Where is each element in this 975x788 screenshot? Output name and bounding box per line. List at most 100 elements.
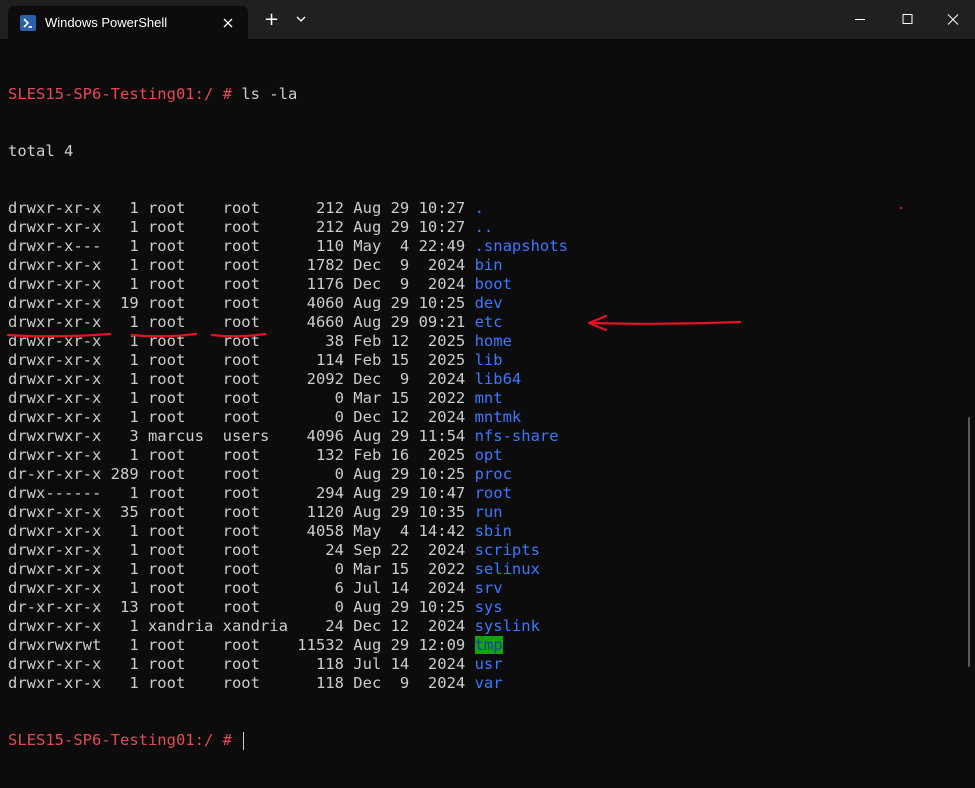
listing-row: drwxr-xr-x 1 root root 114 Feb 15 2025 l… [8, 351, 568, 370]
entry-metadata: drwxr-xr-x 1 root root 1176 Dec 9 2024 [8, 275, 475, 293]
scrollbar[interactable] [968, 417, 970, 667]
listing-row: dr-xr-xr-x 289 root root 0 Aug 29 10:25 … [8, 465, 568, 484]
entry-name: usr [474, 655, 503, 673]
listing-row: drwxr-xr-x 1 root root 6 Jul 14 2024 srv [8, 579, 568, 598]
minimize-button[interactable] [837, 0, 883, 39]
listing-row: drwxrwxrwt 1 root root 11532 Aug 29 12:0… [8, 636, 568, 655]
listing-row: drwxr-xr-x 1 root root 1782 Dec 9 2024 b… [8, 256, 568, 275]
entry-name: mntmk [474, 408, 522, 426]
entry-metadata: drwxr-xr-x 1 root root 0 Mar 15 2022 [8, 560, 475, 578]
plus-icon: + [264, 9, 280, 30]
listing-row: drwxr-xr-x 1 root root 0 Dec 12 2024 mnt… [8, 408, 568, 427]
entry-metadata: drwxrwxr-x 3 marcus users 4096 Aug 29 11… [8, 427, 475, 445]
listing-row: drwxr-xr-x 1 root root 0 Mar 15 2022 mnt [8, 389, 568, 408]
entry-name: bin [474, 256, 503, 274]
tab-powershell[interactable]: Windows PowerShell [8, 6, 248, 39]
entry-metadata: drwxr-xr-x 19 root root 4060 Aug 29 10:2… [8, 294, 475, 312]
entry-name: syslink [474, 617, 540, 635]
entry-name: home [474, 332, 512, 350]
entry-metadata: dr-xr-xr-x 289 root root 0 Aug 29 10:25 [8, 465, 475, 483]
entry-metadata: drwxr-x--- 1 root root 110 May 4 22:49 [8, 237, 475, 255]
listing-row: drwxr-xr-x 1 root root 4058 May 4 14:42 … [8, 522, 568, 541]
entry-name: selinux [474, 560, 540, 578]
close-tab-icon[interactable] [220, 15, 236, 31]
entry-metadata: drwxr-xr-x 1 root root 1782 Dec 9 2024 [8, 256, 475, 274]
maximize-button[interactable] [884, 0, 930, 39]
entry-name: lib64 [474, 370, 522, 388]
entry-metadata: drwxr-xr-x 1 xandria xandria 24 Dec 12 2… [8, 617, 475, 635]
terminal-pane[interactable]: SLES15-SP6-Testing01:/ # ls -la total 4 … [0, 39, 975, 750]
entry-name: . [474, 199, 484, 217]
total-line: total 4 [8, 142, 74, 160]
listing-row: drwxr-x--- 1 root root 110 May 4 22:49 .… [8, 237, 568, 256]
entry-name: nfs-share [474, 427, 559, 445]
entry-metadata: drwxr-xr-x 35 root root 1120 Aug 29 10:3… [8, 503, 475, 521]
entry-name: opt [474, 446, 503, 464]
entry-name: srv [474, 579, 503, 597]
title-bar: Windows PowerShell + [0, 0, 975, 39]
text-cursor [243, 731, 245, 750]
listing-row: drwxr-xr-x 1 root root 212 Aug 29 10:27 … [8, 199, 568, 218]
entry-metadata: dr-xr-xr-x 13 root root 0 Aug 29 10:25 [8, 598, 475, 616]
entry-metadata: drwxr-xr-x 1 root root 212 Aug 29 10:27 [8, 199, 475, 217]
terminal-output: SLES15-SP6-Testing01:/ # ls -la total 4 … [8, 47, 568, 788]
entry-metadata: drwxr-xr-x 1 root root 0 Dec 12 2024 [8, 408, 475, 426]
listing-row: drwxr-xr-x 1 root root 118 Jul 14 2024 u… [8, 655, 568, 674]
listing-row: drwxr-xr-x 1 root root 4660 Aug 29 09:21… [8, 313, 568, 332]
entry-name: run [474, 503, 503, 521]
listing-row: drwxr-xr-x 1 root root 1176 Dec 9 2024 b… [8, 275, 568, 294]
listing-row: drwxr-xr-x 19 root root 4060 Aug 29 10:2… [8, 294, 568, 313]
listing-row: dr-xr-xr-x 13 root root 0 Aug 29 10:25 s… [8, 598, 568, 617]
entry-metadata: drwxrwxrwt 1 root root 11532 Aug 29 12:0… [8, 636, 475, 654]
entry-metadata: drwxr-xr-x 1 root root 6 Jul 14 2024 [8, 579, 475, 597]
entry-name: .. [474, 218, 494, 236]
entry-name: sbin [474, 522, 512, 540]
close-window-button[interactable] [930, 0, 975, 39]
entry-metadata: drwxr-xr-x 1 root root 4058 May 4 14:42 [8, 522, 475, 540]
entry-metadata: drwxr-xr-x 1 root root 212 Aug 29 10:27 [8, 218, 475, 236]
entry-name: tmp [474, 636, 503, 654]
powershell-icon [20, 15, 36, 31]
listing: drwxr-xr-x 1 root root 212 Aug 29 10:27 … [8, 199, 568, 693]
entry-metadata: drwxr-xr-x 1 root root 24 Sep 22 2024 [8, 541, 475, 559]
listing-row: drwxr-xr-x 1 root root 132 Feb 16 2025 o… [8, 446, 568, 465]
prompt: SLES15-SP6-Testing01:/ # [8, 85, 232, 103]
command-text: ls -la [241, 85, 298, 103]
listing-row: drwxr-xr-x 1 root root 118 Dec 9 2024 va… [8, 674, 568, 693]
entry-name: .snapshots [474, 237, 568, 255]
listing-row: drwxr-xr-x 1 root root 24 Sep 22 2024 sc… [8, 541, 568, 560]
entry-metadata: drwxr-xr-x 1 root root 2092 Dec 9 2024 [8, 370, 475, 388]
listing-row: drwxr-xr-x 35 root root 1120 Aug 29 10:3… [8, 503, 568, 522]
listing-row: drwxr-xr-x 1 root root 2092 Dec 9 2024 l… [8, 370, 568, 389]
entry-name: proc [474, 465, 512, 483]
entry-metadata: drwx------ 1 root root 294 Aug 29 10:47 [8, 484, 475, 502]
entry-metadata: drwxr-xr-x 1 root root 118 Jul 14 2024 [8, 655, 475, 673]
entry-metadata: drwxr-xr-x 1 root root 118 Dec 9 2024 [8, 674, 475, 692]
tab-dropdown-button[interactable] [290, 0, 312, 39]
listing-row: drwxrwxr-x 3 marcus users 4096 Aug 29 11… [8, 427, 568, 446]
entry-metadata: drwxr-xr-x 1 root root 38 Feb 12 2025 [8, 332, 475, 350]
entry-name: lib [474, 351, 503, 369]
entry-metadata: drwxr-xr-x 1 root root 4660 Aug 29 09:21 [8, 313, 475, 331]
listing-row: drwxr-xr-x 1 xandria xandria 24 Dec 12 2… [8, 617, 568, 636]
active-prompt-line[interactable]: SLES15-SP6-Testing01:/ # [8, 731, 568, 750]
entry-metadata: drwxr-xr-x 1 root root 114 Feb 15 2025 [8, 351, 475, 369]
entry-name: mnt [474, 389, 503, 407]
listing-row: drwxr-xr-x 1 root root 38 Feb 12 2025 ho… [8, 332, 568, 351]
entry-metadata: drwxr-xr-x 1 root root 132 Feb 16 2025 [8, 446, 475, 464]
entry-metadata: drwxr-xr-x 1 root root 0 Mar 15 2022 [8, 389, 475, 407]
listing-row: drwxr-xr-x 1 root root 212 Aug 29 10:27 … [8, 218, 568, 237]
listing-row: drwxr-xr-x 1 root root 0 Mar 15 2022 sel… [8, 560, 568, 579]
entry-name: etc [474, 313, 503, 331]
entry-name: boot [474, 275, 512, 293]
prompt: SLES15-SP6-Testing01:/ # [8, 731, 232, 749]
entry-name: scripts [474, 541, 540, 559]
tab-title: Windows PowerShell [45, 15, 168, 30]
new-tab-button[interactable]: + [258, 0, 284, 39]
listing-row: drwx------ 1 root root 294 Aug 29 10:47 … [8, 484, 568, 503]
entry-name: var [474, 674, 503, 692]
entry-name: sys [474, 598, 503, 616]
entry-name: root [474, 484, 512, 502]
command-line: SLES15-SP6-Testing01:/ # ls -la [8, 85, 568, 104]
entry-name: dev [474, 294, 503, 312]
